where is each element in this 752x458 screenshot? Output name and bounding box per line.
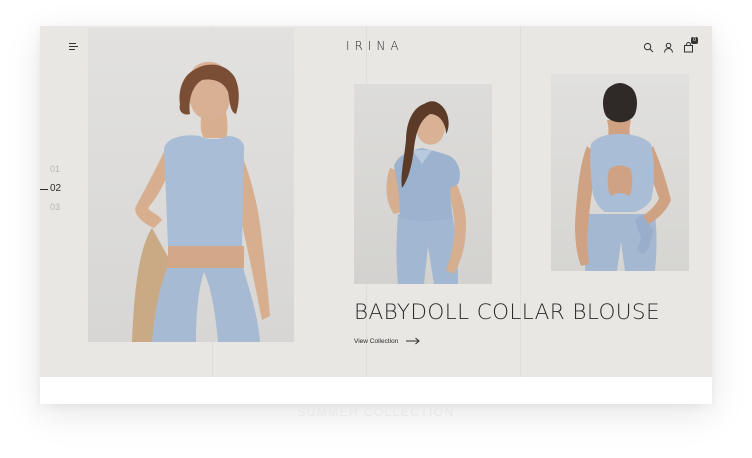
slide-number-3[interactable]: 03 <box>50 198 74 217</box>
slide-number-2[interactable]: 02 <box>50 179 74 198</box>
search-icon[interactable] <box>643 42 654 53</box>
card-bottom-strip <box>40 377 712 404</box>
view-collection-label: View Collection <box>354 337 399 345</box>
brand-logo[interactable]: IRINA <box>346 39 404 55</box>
hero-title: BABYDOLL COLLAR BLOUSE <box>354 300 660 325</box>
product-photo-back[interactable] <box>551 74 689 271</box>
slide-number-1[interactable]: 01 <box>50 160 74 179</box>
product-photo-main[interactable] <box>88 28 294 342</box>
cart-icon[interactable]: 0 <box>683 36 698 53</box>
active-slide-marker <box>40 189 48 190</box>
user-icon[interactable] <box>663 42 674 53</box>
cart-count-badge: 0 <box>691 36 698 44</box>
menu-icon[interactable] <box>69 43 78 51</box>
hero-section: IRINA 0 01 02 03 BABYDOLL COLLAR BLOUSE … <box>40 26 712 377</box>
section-label: SUMMER COLLECTION <box>297 405 455 419</box>
hero-card: IRINA 0 01 02 03 BABYDOLL COLLAR BLOUSE … <box>40 26 712 404</box>
product-photo-blouse[interactable] <box>354 84 492 284</box>
view-collection-link[interactable]: View Collection <box>354 335 421 347</box>
slide-pagination: 01 02 03 <box>40 160 74 217</box>
arrow-right-icon <box>406 337 421 345</box>
header-actions: 0 <box>643 36 698 54</box>
